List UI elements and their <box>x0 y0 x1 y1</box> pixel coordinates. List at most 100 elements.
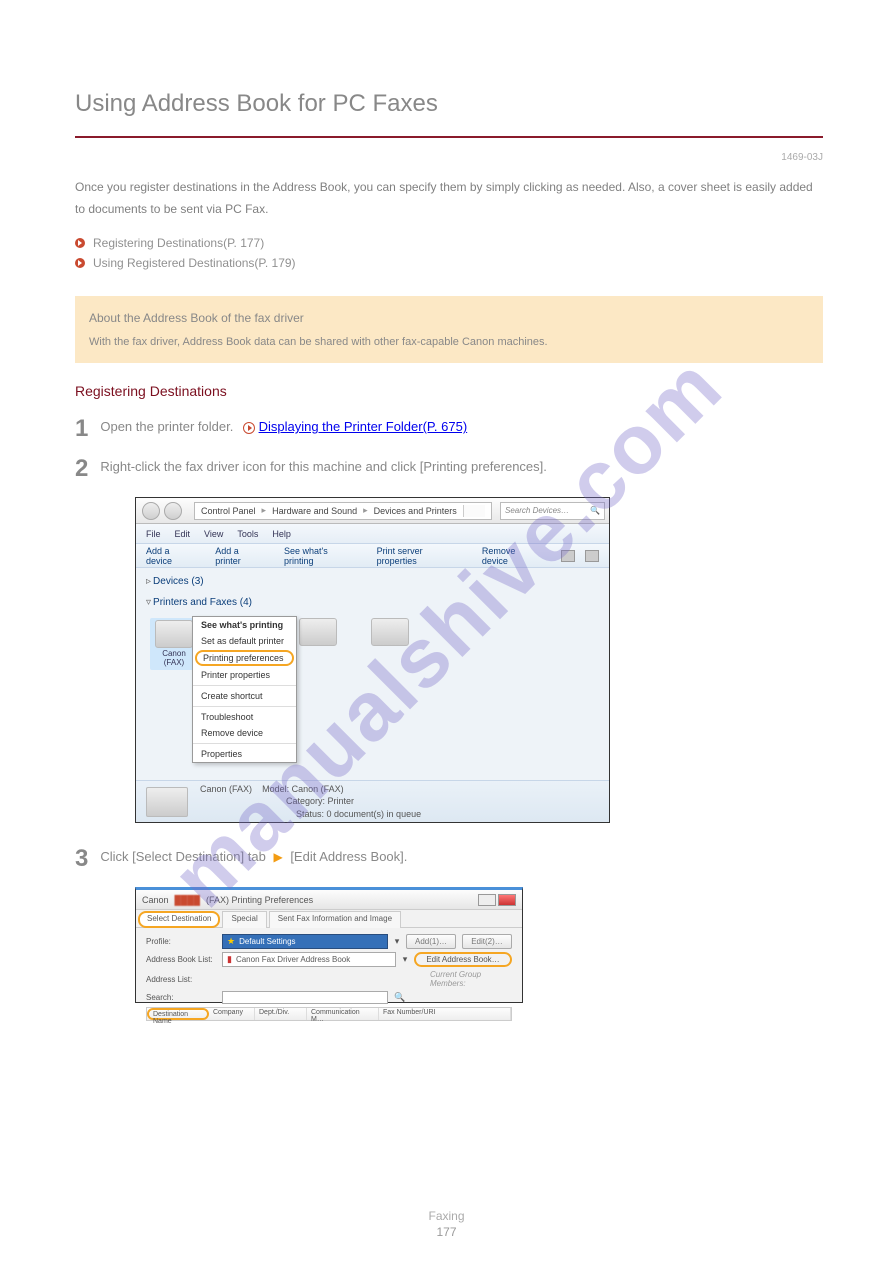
title-rule <box>75 136 823 138</box>
ctx-see-printing[interactable]: See what's printing <box>193 617 296 633</box>
explorer-body: ▹Devices (3) ▿Printers and Faxes (4) Can… <box>136 568 609 780</box>
link-list: Registering Destinations(P. 177) Using R… <box>75 236 823 270</box>
title-model-blur: ████ <box>175 895 201 905</box>
col-dept[interactable]: Dept./Div. <box>255 1008 307 1020</box>
menu-tools[interactable]: Tools <box>237 529 258 539</box>
current-group-label: Current Group Members: <box>420 970 512 988</box>
group-printers[interactable]: ▿Printers and Faxes (4) <box>146 597 599 608</box>
chevron-down-icon[interactable]: ▾ <box>402 954 408 965</box>
link-printer-folder[interactable]: Displaying the Printer Folder(P. 675) <box>259 419 468 434</box>
menu-help[interactable]: Help <box>272 529 291 539</box>
link-row: Using Registered Destinations(P. 179) <box>75 256 823 270</box>
breadcrumb-dropdown[interactable] <box>463 505 485 517</box>
menu-file[interactable]: File <box>146 529 161 539</box>
col-company[interactable]: Company <box>209 1008 255 1020</box>
tab-special[interactable]: Special <box>222 911 266 928</box>
step-1-text: Open the printer folder. <box>100 419 237 434</box>
address-book-dropdown[interactable]: ▮Canon Fax Driver Address Book <box>222 952 396 967</box>
link-row: Registering Destinations(P. 177) <box>75 236 823 250</box>
printer-large-icon <box>146 787 188 817</box>
ctx-remove-device[interactable]: Remove device <box>193 725 296 741</box>
step-text: Right-click the fax driver icon for this… <box>100 457 823 478</box>
title-prefix: Canon <box>142 895 169 905</box>
crumb-item[interactable]: Control Panel <box>201 506 256 516</box>
menu-view[interactable]: View <box>204 529 223 539</box>
context-menu: See what's printing Set as default print… <box>192 616 297 763</box>
step-number: 2 <box>75 457 88 481</box>
explorer-titlebar: Control Panel ▸ Hardware and Sound ▸ Devic… <box>136 498 609 524</box>
tb-add-printer[interactable]: Add a printer <box>215 546 266 566</box>
search-input[interactable]: Search Devices… <box>500 502 605 520</box>
printer-item[interactable] <box>294 618 342 670</box>
play-circle-icon[interactable] <box>243 422 255 434</box>
group-devices[interactable]: ▹Devices (3) <box>146 576 599 587</box>
chevron-right-icon: ▸ <box>262 505 267 516</box>
view-icon[interactable] <box>561 550 575 562</box>
ctx-set-default[interactable]: Set as default printer <box>193 633 296 649</box>
ctx-printer-properties[interactable]: Printer properties <box>193 667 296 683</box>
step-1: 1 Open the printer folder. Displaying th… <box>75 417 823 441</box>
ctx-troubleshoot[interactable]: Troubleshoot <box>193 709 296 725</box>
page-content: Using Address Book for PC Faxes 1469-03J… <box>0 0 893 1003</box>
col-destination-name[interactable]: Destination Name <box>147 1008 209 1020</box>
printer-icon <box>371 618 409 646</box>
edit-address-book-button[interactable]: Edit Address Book… <box>414 952 512 967</box>
dialog-body: Profile: ★Default Settings ▾ Add(1)… Edi… <box>136 928 522 1027</box>
step-text: Open the printer folder. Displaying the … <box>100 417 823 438</box>
ctx-printing-preferences[interactable]: Printing preferences <box>195 650 294 666</box>
col-comm-mode[interactable]: Communication M… <box>307 1008 379 1020</box>
profile-dropdown[interactable]: ★Default Settings <box>222 934 388 949</box>
address-list-label: Address List: <box>146 975 216 984</box>
page-title: Using Address Book for PC Faxes <box>75 90 823 118</box>
note-title: About the Address Book of the fax driver <box>89 308 809 328</box>
col-fax-number[interactable]: Fax Number/URI <box>379 1008 511 1020</box>
help-button-icon[interactable] <box>478 894 496 906</box>
search-icon[interactable]: 🔍 <box>394 992 406 1003</box>
link-using-registered[interactable]: Using Registered Destinations(P. 179) <box>93 256 296 270</box>
printer-canon-fax[interactable]: Canon(FAX) <box>150 618 198 670</box>
chevron-down-icon: ▿ <box>146 597 151 608</box>
tab-select-destination[interactable]: Select Destination <box>138 911 220 928</box>
help-icon[interactable] <box>585 550 599 562</box>
add-profile-button[interactable]: Add(1)… <box>406 934 456 949</box>
chevron-right-icon: ▹ <box>146 576 151 587</box>
ctx-properties[interactable]: Properties <box>193 746 296 762</box>
step-number: 1 <box>75 417 88 441</box>
footer-category: Faxing <box>428 1209 464 1223</box>
tb-server-props[interactable]: Print server properties <box>377 546 464 566</box>
breadcrumb[interactable]: Control Panel ▸ Hardware and Sound ▸ Devic… <box>194 502 492 520</box>
edit-profile-button[interactable]: Edit(2)… <box>462 934 512 949</box>
ctx-create-shortcut[interactable]: Create shortcut <box>193 688 296 704</box>
link-registering[interactable]: Registering Destinations(P. 177) <box>93 236 264 250</box>
table-header: Destination Name Company Dept./Div. Comm… <box>146 1007 512 1021</box>
menu-edit[interactable]: Edit <box>175 529 191 539</box>
tb-add-device[interactable]: Add a device <box>146 546 197 566</box>
title-suffix: (FAX) Printing Preferences <box>206 895 313 905</box>
chevron-down-icon[interactable]: ▾ <box>394 936 400 947</box>
page-number: 177 <box>436 1225 456 1239</box>
nav-forward-icon[interactable] <box>164 502 182 520</box>
chevron-right-icon: ▸ <box>363 505 368 516</box>
arrow-right-icon <box>75 238 85 248</box>
printer-item[interactable] <box>366 618 414 670</box>
crumb-item[interactable]: Devices and Printers <box>374 506 457 516</box>
printer-icon <box>299 618 337 646</box>
tab-sent-fax-info[interactable]: Sent Fax Information and Image <box>269 911 401 928</box>
printer-icon <box>155 620 193 648</box>
menu-divider <box>193 685 296 686</box>
nav-back-icon[interactable] <box>142 502 160 520</box>
screenshot-devices-printers: Control Panel ▸ Hardware and Sound ▸ Devic… <box>135 497 610 823</box>
star-icon: ★ <box>227 936 235 947</box>
tb-remove-device[interactable]: Remove device <box>482 546 543 566</box>
tab-bar: Select Destination Special Sent Fax Info… <box>136 910 522 928</box>
crumb-item[interactable]: Hardware and Sound <box>272 506 357 516</box>
screenshot-printing-preferences: Canon ████ (FAX) Printing Preferences Se… <box>135 887 523 1003</box>
tb-see-printing[interactable]: See what's printing <box>284 546 359 566</box>
search-field[interactable] <box>222 991 388 1004</box>
close-icon[interactable] <box>498 894 516 906</box>
arrow-right-icon <box>75 258 85 268</box>
intro-paragraph: Once you register destinations in the Ad… <box>75 177 823 220</box>
step-3: 3 Click [Select Destination] tab ▶ [Edit… <box>75 847 823 871</box>
section-heading: Registering Destinations <box>75 383 823 399</box>
note-body: With the fax driver, Address Book data c… <box>89 333 809 352</box>
